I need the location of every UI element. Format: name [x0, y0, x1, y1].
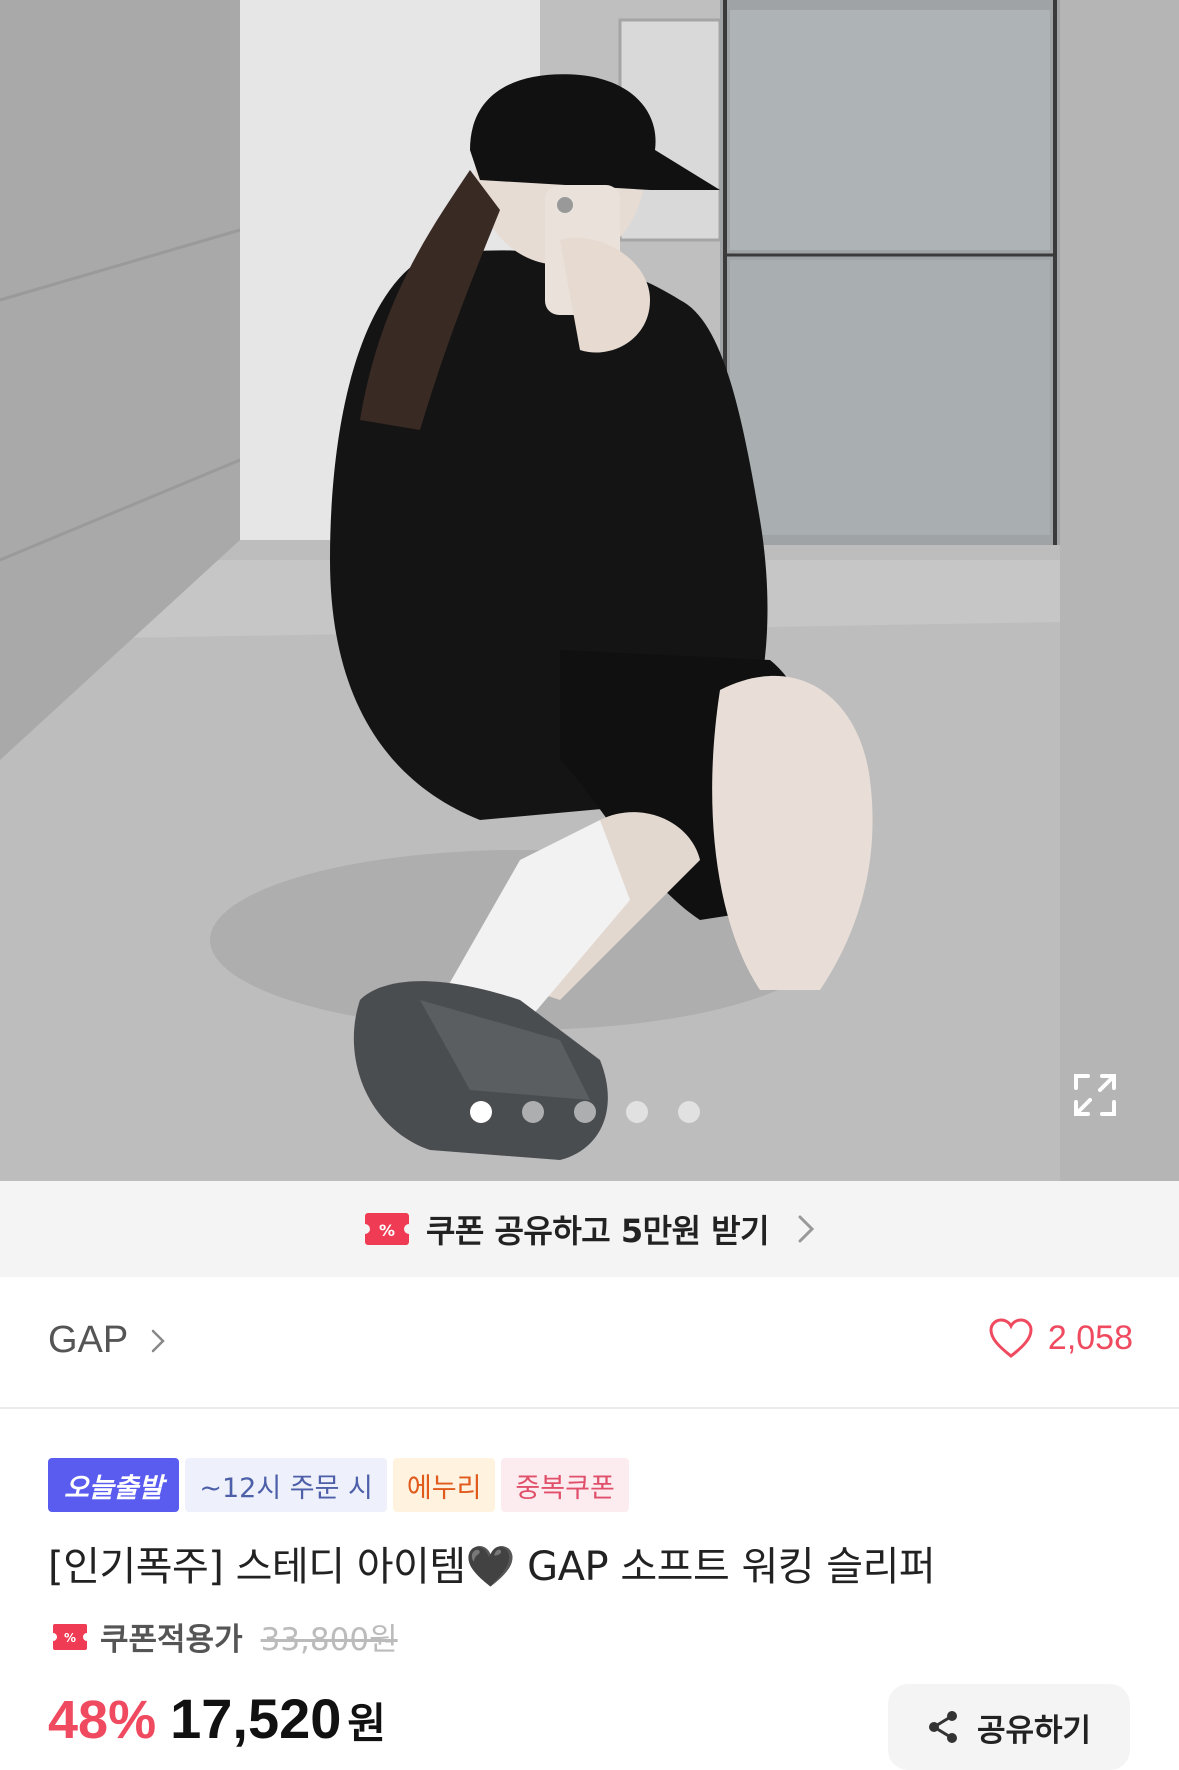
carousel-dot-2[interactable] [522, 1101, 544, 1123]
product-image[interactable] [0, 0, 1179, 1181]
svg-text:%: % [379, 1221, 395, 1240]
carousel-dot-4[interactable] [626, 1101, 648, 1123]
product-title: [인기폭주] 스테디 아이템🖤 GAP 소프트 워킹 슬리퍼 [48, 1544, 936, 1590]
coupon-percent-icon: % [53, 1623, 87, 1650]
coupon-price-label: 쿠폰적용가 [100, 1622, 243, 1658]
like-button[interactable]: 2,058 [988, 1317, 1133, 1359]
currency-unit: 원 [347, 1699, 387, 1748]
chevron-right-icon [798, 1215, 815, 1243]
coupon-banner-text: 쿠폰 공유하고 5만원 받기 [425, 1212, 770, 1250]
product-photo-illustration [0, 0, 1179, 1181]
badge-order-deadline: ~12시 주문 시 [185, 1458, 387, 1512]
share-label: 공유하기 [976, 1712, 1092, 1749]
brand-row: GAP 2,058 [0, 1277, 1179, 1409]
carousel-dot-1[interactable] [470, 1101, 492, 1123]
carousel-dot-5[interactable] [678, 1101, 700, 1123]
coupon-percent-icon: % [364, 1213, 409, 1245]
badge-today-shipping: 오늘출발 [48, 1458, 180, 1512]
coupon-price-row: % 쿠폰적용가 33,800원 [52, 1614, 398, 1659]
brand-name: GAP [48, 1319, 129, 1361]
coupon-share-banner[interactable]: % 쿠폰 공유하고 5만원 받기 [0, 1181, 1179, 1277]
chevron-right-icon [152, 1329, 166, 1352]
badge-enuri: 에누리 [392, 1458, 496, 1512]
carousel-dot-3[interactable] [574, 1101, 596, 1123]
share-button[interactable]: 공유하기 [888, 1684, 1130, 1770]
discount-rate: 48% [48, 1690, 157, 1750]
carousel-pagination [470, 1101, 700, 1123]
brand-link[interactable]: GAP [48, 1319, 166, 1362]
product-badges: 오늘출발 ~12시 주문 시 에누리 중복쿠폰 [48, 1458, 629, 1512]
like-count: 2,058 [1047, 1318, 1133, 1357]
price-row: 48% 17,520 원 [48, 1686, 386, 1751]
original-price: 33,800원 [260, 1622, 398, 1658]
final-price: 17,520 [170, 1687, 342, 1750]
share-icon [928, 1711, 957, 1743]
svg-text:%: % [64, 1631, 76, 1645]
badge-duplicate-coupon: 중복쿠폰 [501, 1458, 629, 1512]
heart-icon [989, 1318, 1033, 1358]
fullscreen-expand-icon[interactable] [1072, 1072, 1118, 1118]
